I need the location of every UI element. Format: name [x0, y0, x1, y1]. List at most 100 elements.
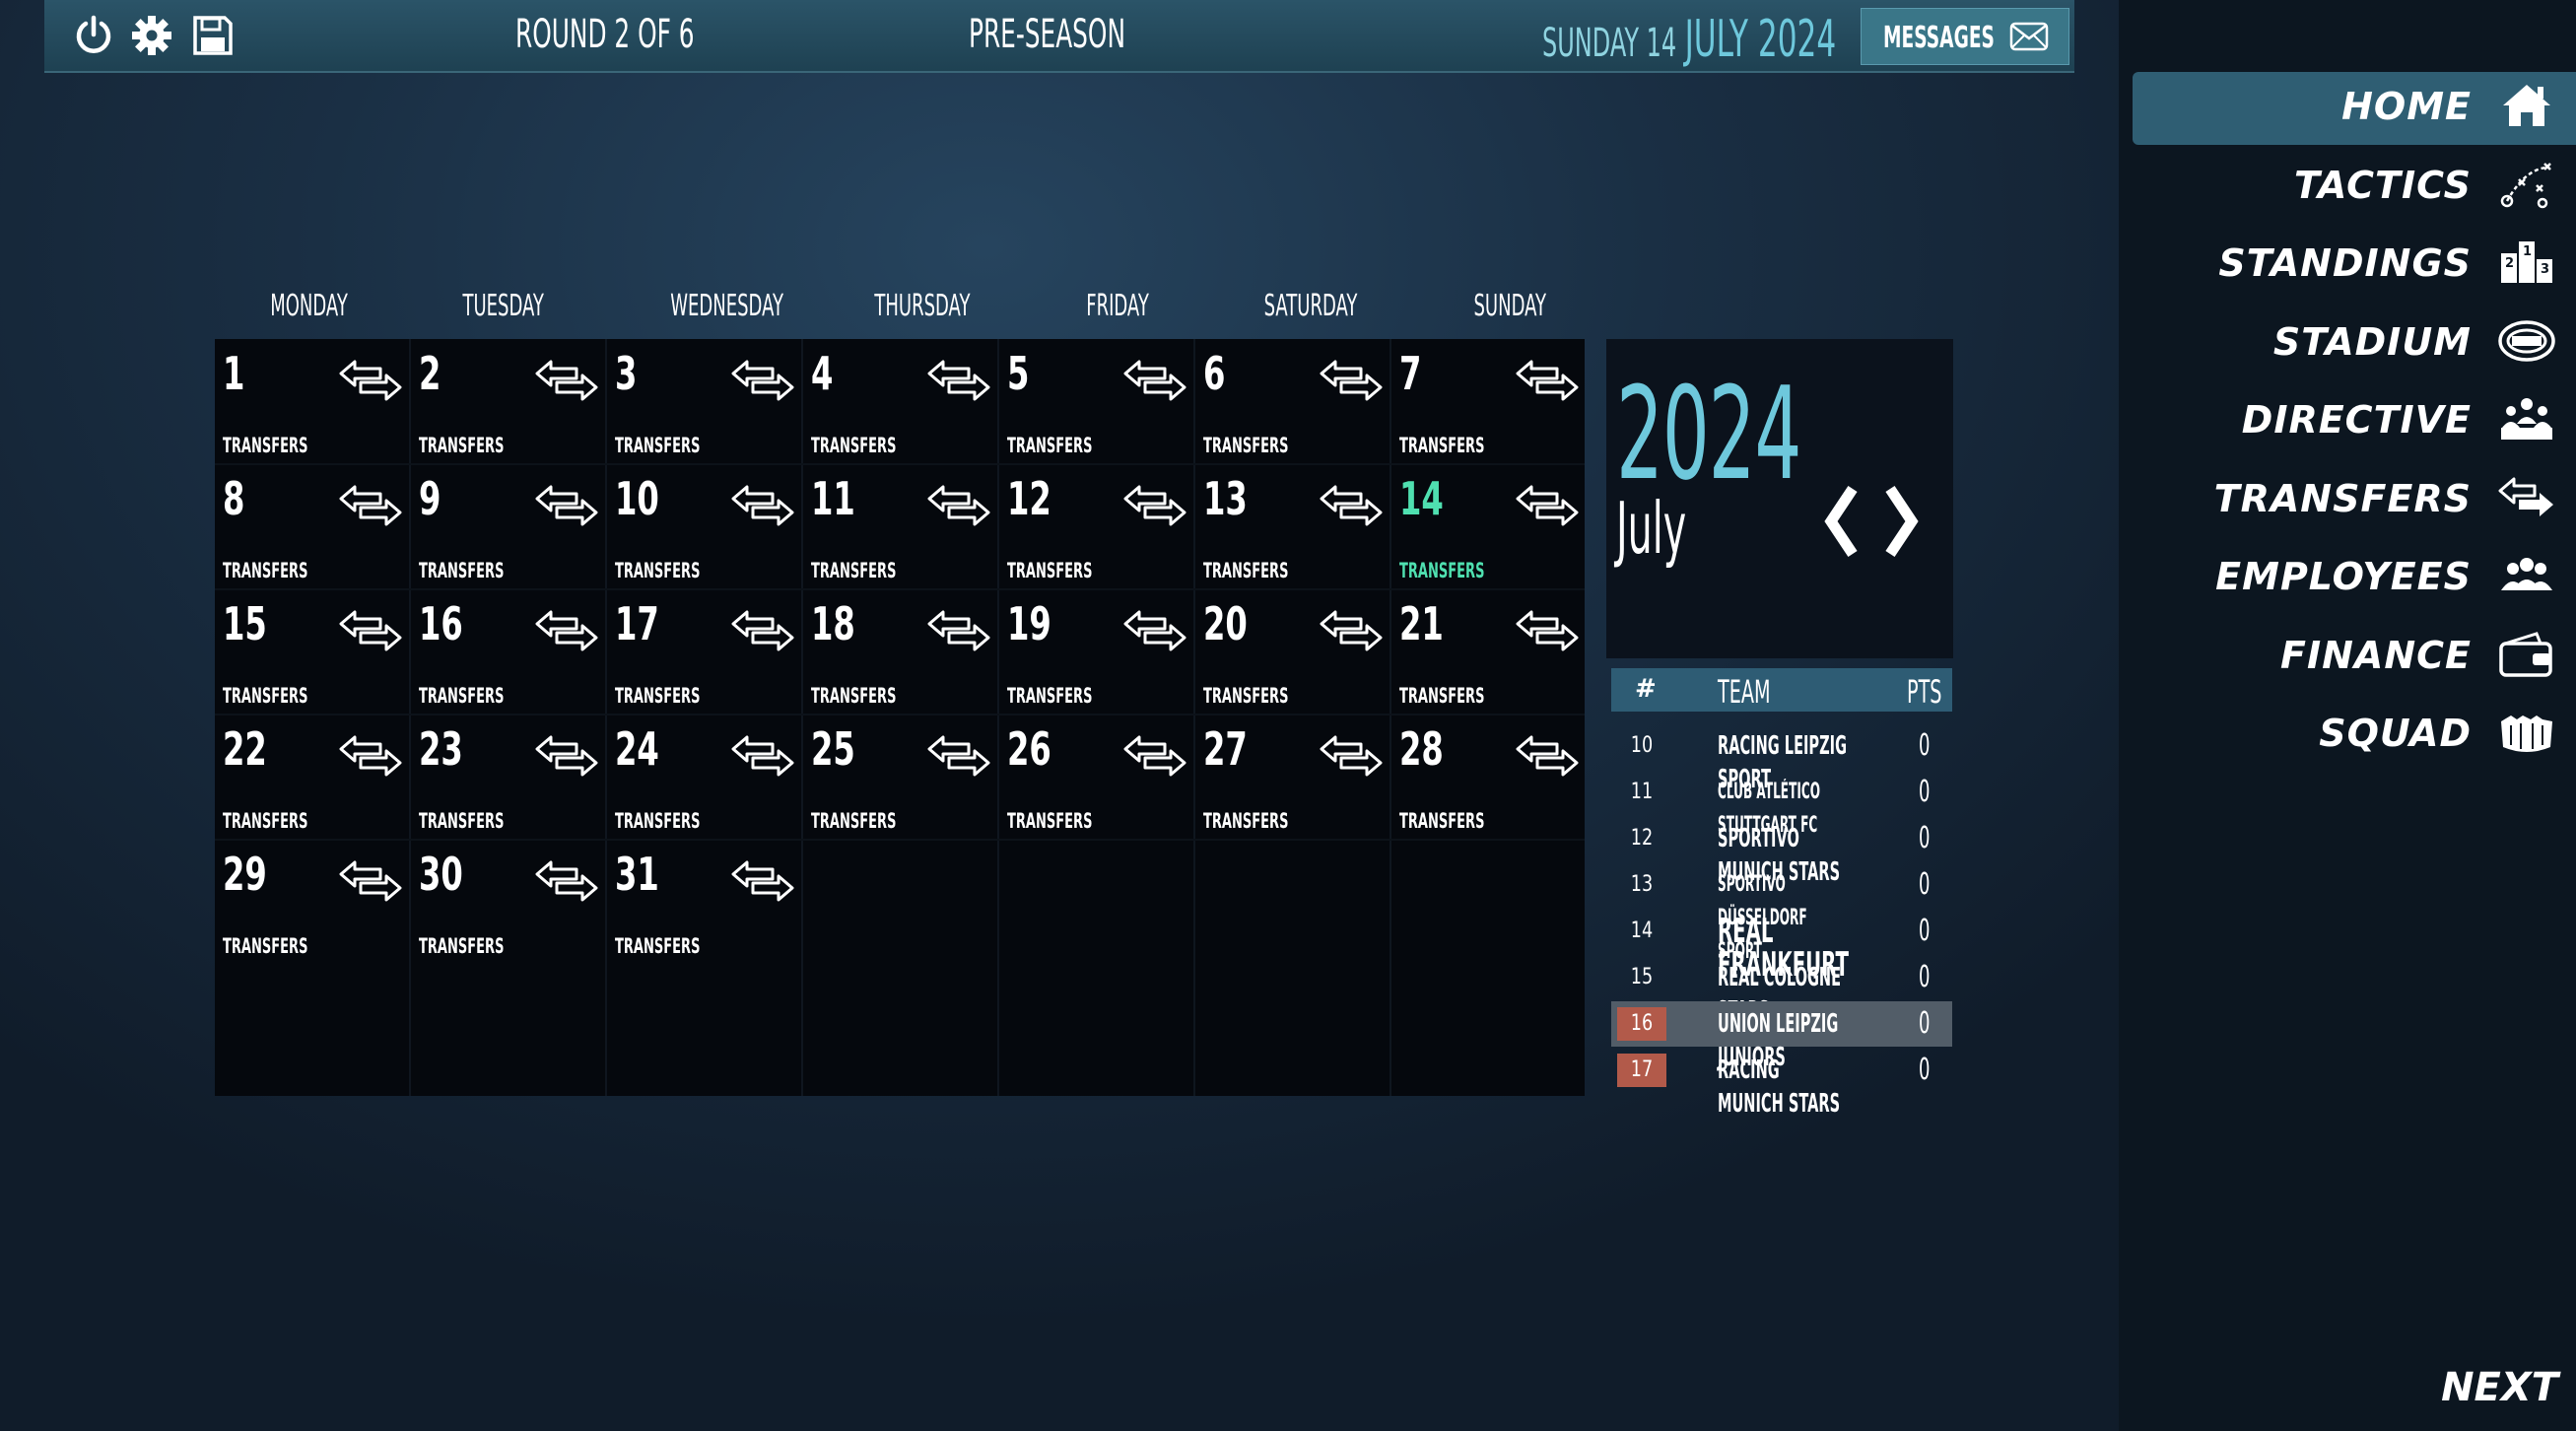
- calendar-day[interactable]: 27 TRANSFERS: [1195, 715, 1390, 839]
- team-name: REAL FRANKFURT: [1718, 912, 1849, 985]
- menu-item-label: TACTICS: [2293, 163, 2472, 207]
- position-text: 12: [1630, 826, 1654, 851]
- table-row[interactable]: 15 REAL COLOGNE STARS 0: [1611, 955, 1952, 1027]
- transfer-arrows-icon: [729, 353, 796, 408]
- day-event-label: TRANSFERS: [1399, 684, 1485, 708]
- weekday-label: MONDAY: [211, 289, 408, 323]
- day-number: 9: [419, 472, 441, 525]
- table-row[interactable]: 12 SPORTIVO MUNICH STARS 0: [1611, 816, 1952, 888]
- day-event-label: TRANSFERS: [1007, 434, 1093, 457]
- day-number: 29: [223, 848, 267, 901]
- team-position: 12: [1617, 822, 1666, 855]
- round-label: ROUND 2 OF 6: [515, 12, 695, 57]
- team-name: REAL COLOGNE STARS: [1718, 963, 1842, 1026]
- menu-item-tactics[interactable]: TACTICS: [2148, 150, 2562, 219]
- header-team: TEAM: [1718, 673, 1771, 711]
- calendar-day-today[interactable]: 14 TRANSFERS: [1391, 464, 1586, 588]
- table-row[interactable]: 11 CLUB ATLÉTICO STUTTGART FC 0: [1611, 770, 1952, 839]
- calendar-day[interactable]: 7 TRANSFERS: [1391, 339, 1586, 463]
- calendar-day[interactable]: 3 TRANSFERS: [607, 339, 801, 463]
- menu-item-stadium[interactable]: STADIUM: [2148, 307, 2562, 375]
- transfer-arrows-icon: [729, 603, 796, 658]
- calendar-day[interactable]: 13 TRANSFERS: [1195, 464, 1390, 588]
- calendar-day[interactable]: 25 TRANSFERS: [803, 715, 997, 839]
- team-name: RACING LEIPZIG SPORT: [1718, 731, 1848, 794]
- menu-item-standings[interactable]: STANDINGS 2 1 3: [2148, 228, 2562, 297]
- table-row[interactable]: 13 SPORTIVO DÜSSELDORF SPORT 0: [1611, 862, 1952, 965]
- calendar-day[interactable]: 2 TRANSFERS: [411, 339, 605, 463]
- menu-item-employees[interactable]: EMPLOYEES: [2148, 541, 2562, 610]
- calendar-day[interactable]: 16 TRANSFERS: [411, 589, 605, 714]
- table-row[interactable]: 10 RACING LEIPZIG SPORT 0: [1611, 723, 1952, 795]
- menu-item-transfers[interactable]: TRANSFERS: [2148, 463, 2562, 532]
- team-position: 15: [1617, 961, 1666, 994]
- calendar-day[interactable]: 28 TRANSFERS: [1391, 715, 1586, 839]
- save-icon[interactable]: [190, 13, 236, 58]
- weekday-label: THURSDAY: [824, 289, 1021, 323]
- employees-icon: [2497, 551, 2556, 600]
- day-event-label: TRANSFERS: [811, 684, 897, 708]
- calendar-day[interactable]: 5 TRANSFERS: [999, 339, 1193, 463]
- day-number: 19: [1007, 597, 1051, 650]
- date-month: JULY 2024: [1684, 10, 1837, 69]
- calendar-day[interactable]: 21 TRANSFERS: [1391, 589, 1586, 714]
- calendar-day[interactable]: 31 TRANSFERS: [607, 840, 801, 964]
- day-number: 7: [1399, 347, 1422, 400]
- day-event-label: TRANSFERS: [1203, 434, 1289, 457]
- next-button[interactable]: NEXT: [2441, 1365, 2558, 1410]
- calendar-day[interactable]: 6 TRANSFERS: [1195, 339, 1390, 463]
- calendar-day[interactable]: 29 TRANSFERS: [215, 840, 409, 964]
- menu-item-directive[interactable]: DIRECTIVE: [2148, 384, 2562, 453]
- transfer-arrows-icon: [729, 728, 796, 784]
- calendar-day[interactable]: 30 TRANSFERS: [411, 840, 605, 964]
- team-name: RACING MUNICH STARS: [1718, 1056, 1841, 1119]
- weekday-label: WEDNESDAY: [629, 289, 826, 323]
- podium-icon: 213: [2497, 238, 2556, 287]
- calendar-day[interactable]: 20 TRANSFERS: [1195, 589, 1390, 714]
- day-event-label: TRANSFERS: [615, 934, 701, 958]
- calendar-day[interactable]: 23 TRANSFERS: [411, 715, 605, 839]
- tactics-icon: [2497, 160, 2556, 209]
- calendar-day[interactable]: 9 TRANSFERS: [411, 464, 605, 588]
- calendar-day[interactable]: 22 TRANSFERS: [215, 715, 409, 839]
- day-event-label: TRANSFERS: [1399, 559, 1485, 582]
- transfer-arrows-icon: [533, 478, 600, 533]
- table-row[interactable]: 16 UNION LEIPZIG JUNIORS 0: [1611, 1001, 1952, 1072]
- calendar-day[interactable]: 26 TRANSFERS: [999, 715, 1193, 839]
- day-event-label: TRANSFERS: [615, 559, 701, 582]
- power-icon[interactable]: [71, 13, 116, 58]
- calendar-day[interactable]: 19 TRANSFERS: [999, 589, 1193, 714]
- team-points: 0: [1919, 775, 1931, 809]
- gear-icon[interactable]: [129, 13, 174, 58]
- calendar-day[interactable]: 10 TRANSFERS: [607, 464, 801, 588]
- calendar-day[interactable]: 24 TRANSFERS: [607, 715, 801, 839]
- calendar-day[interactable]: 18 TRANSFERS: [803, 589, 997, 714]
- calendar-day[interactable]: 12 TRANSFERS: [999, 464, 1193, 588]
- team-name: SPORTIVO MUNICH STARS: [1718, 824, 1841, 887]
- messages-button[interactable]: MESSAGES: [1861, 8, 2069, 65]
- calendar-day[interactable]: 8 TRANSFERS: [215, 464, 409, 588]
- day-event-label: TRANSFERS: [1007, 684, 1093, 708]
- calendar-day[interactable]: 4 TRANSFERS: [803, 339, 997, 463]
- day-number: 2: [419, 347, 441, 400]
- month-selector-panel: 2024 July: [1606, 339, 1953, 658]
- chevron-right-icon[interactable]: [1874, 477, 1930, 566]
- day-event-label: TRANSFERS: [419, 934, 505, 958]
- chevron-left-icon[interactable]: [1813, 477, 1868, 566]
- transfer-arrows-icon: [925, 353, 992, 408]
- menu-item-finance[interactable]: FINANCE: [2148, 620, 2562, 689]
- day-event-label: TRANSFERS: [419, 684, 505, 708]
- menu-item-home[interactable]: HOME: [2148, 71, 2562, 140]
- calendar-day[interactable]: 15 TRANSFERS: [215, 589, 409, 714]
- table-row[interactable]: 14 REAL FRANKFURT 0: [1611, 909, 1952, 985]
- menu-item-squad[interactable]: SQUAD: [2148, 698, 2562, 767]
- envelope-icon: [2009, 22, 2049, 51]
- day-event-label: TRANSFERS: [419, 809, 505, 833]
- position-text: 11: [1630, 780, 1654, 804]
- calendar-day[interactable]: 1 TRANSFERS: [215, 339, 409, 463]
- calendar-day[interactable]: 17 TRANSFERS: [607, 589, 801, 714]
- position-text: 16: [1630, 1011, 1654, 1036]
- calendar-grid: 1 TRANSFERS 2 TRANSFERS 3 TRANSFERS 4 TRANSFERS…: [215, 339, 1585, 1096]
- calendar-day[interactable]: 11 TRANSFERS: [803, 464, 997, 588]
- table-row[interactable]: 17 RACING MUNICH STARS 0: [1611, 1048, 1952, 1119]
